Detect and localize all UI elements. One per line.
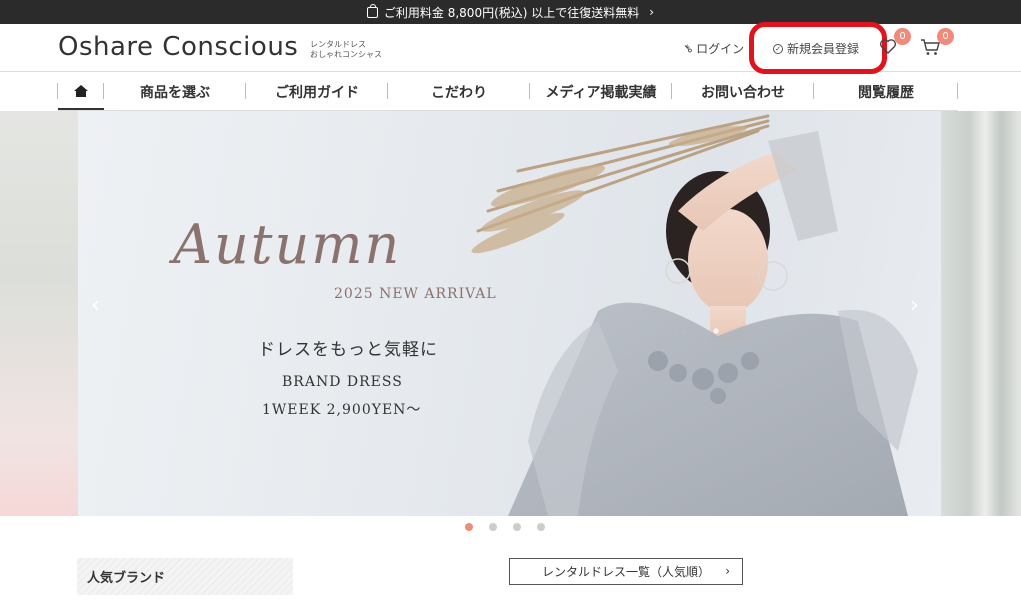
site-logo[interactable]: Oshare Conscious [58,32,298,62]
carousel-dot-3[interactable] [513,523,521,531]
hero-script-title: Autumn [173,213,402,276]
nav-item-contact[interactable]: お問い合わせ [672,73,814,110]
login-link[interactable]: ⚷ ログイン [680,40,745,57]
logo-subtitle-line-2: おしゃれコンシャス [310,50,382,59]
home-icon [74,84,88,97]
check-circle-icon: ✓ [773,43,783,54]
carousel-dot-2[interactable] [489,523,497,531]
next-slide-peek [941,111,1021,516]
hero-carousel: Autumn 2025 NEW ARRIVAL ドレスをもっと気軽に BRAND… [0,111,1021,516]
announcement-text: ご利用料金 8,800円(税込) 以上で往復送料無料 [383,5,640,20]
logo-subtitle-line-1: レンタルドレス [310,40,366,49]
nav-item-guide[interactable]: ご利用ガイド [246,73,388,110]
main-nav: 商品を選ぶ ご利用ガイド こだわり メディア掲載実績 お問い合わせ 閲覧履歴 [57,73,958,111]
hero-brand-line: BRAND DRESS [282,374,403,390]
hero-tagline: ドレスをもっと気軽に [258,340,438,360]
key-icon: ⚷ [680,41,696,56]
popular-brands-heading: 人気ブランド [77,558,293,595]
model-image [471,114,918,516]
carousel-prev-arrow[interactable]: ‹ [91,293,100,318]
login-label: ログイン [696,42,745,56]
hero-slide[interactable]: Autumn 2025 NEW ARRIVAL ドレスをもっと気軽に BRAND… [78,111,941,516]
register-link[interactable]: ✓ 新規会員登録 [773,40,859,57]
nav-home[interactable] [57,73,104,110]
chevron-right-icon: › [649,5,655,19]
shopping-bag-icon [366,3,378,18]
site-header: Oshare Conscious レンタルドレス おしゃれコンシャス ⚷ ログイ… [0,24,1021,72]
carousel-dot-4[interactable] [537,523,545,531]
rental-list-button[interactable]: レンタルドレス一覧（人気順） › [509,558,743,585]
register-label: 新規会員登録 [787,42,860,56]
carousel-dot-1[interactable] [465,523,473,531]
prev-slide-peek [0,111,78,516]
rental-list-label: レンタルドレス一覧（人気順） [541,565,710,579]
nav-item-history[interactable]: 閲覧履歴 [814,73,958,110]
logo-subtitle: レンタルドレス おしゃれコンシャス [310,40,382,60]
carousel-next-arrow[interactable]: › [910,293,919,318]
cart-count-badge: 0 [937,28,954,45]
hero-price-line: 1WEEK 2,900YEN〜 [262,402,422,418]
nav-item-commitment[interactable]: こだわり [388,73,530,110]
chevron-right-icon: › [725,564,730,578]
nav-item-media[interactable]: メディア掲載実績 [530,73,672,110]
carousel-dots [465,523,545,531]
nav-item-select-products[interactable]: 商品を選ぶ [104,73,246,110]
hero-subtitle: 2025 NEW ARRIVAL [334,286,497,302]
announcement-bar[interactable]: ご利用料金 8,800円(税込) 以上で往復送料無料 › [0,0,1021,24]
favorites-count-badge: 0 [894,28,911,45]
